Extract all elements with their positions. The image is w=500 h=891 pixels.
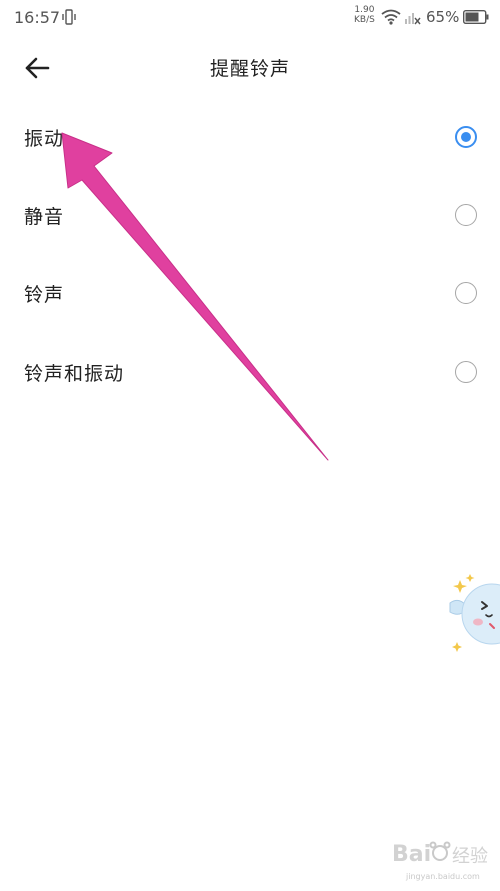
option-silent[interactable]: 静音: [0, 180, 500, 250]
page-title: 提醒铃声: [209, 58, 290, 80]
radio-button[interactable]: [455, 282, 477, 304]
status-bar: 16:57 1.90 KB/S 65%: [0, 0, 500, 36]
svg-text:Bai: Bai: [392, 842, 431, 867]
option-label: 静音: [24, 206, 65, 228]
net-speed-value: 1.90: [354, 5, 375, 15]
signal-icon: [405, 13, 421, 25]
option-ringtone[interactable]: 铃声: [0, 258, 500, 328]
battery-icon: [463, 10, 489, 24]
radio-button[interactable]: [455, 361, 477, 383]
header: 提醒铃声: [0, 40, 500, 96]
floating-assistant-icon[interactable]: [446, 570, 500, 656]
option-label: 振动: [24, 128, 65, 150]
battery-percent: 65%: [426, 8, 460, 26]
option-ringtone-and-vibrate[interactable]: 铃声和振动: [0, 337, 500, 407]
net-speed-unit: KB/S: [354, 15, 375, 25]
svg-text:jingyan.baidu.com: jingyan.baidu.com: [405, 872, 480, 881]
radio-button-selected[interactable]: [455, 126, 477, 148]
status-time: 16:57: [14, 8, 61, 27]
wifi-icon: [381, 9, 401, 25]
net-speed: 1.90 KB/S: [354, 5, 375, 25]
option-label: 铃声和振动: [24, 363, 125, 385]
vibrate-icon: [62, 9, 76, 25]
option-label: 铃声: [24, 284, 65, 306]
option-vibrate[interactable]: 振动: [0, 102, 500, 172]
baidu-watermark: Bai 经验 jingyan.baidu.com: [388, 835, 500, 887]
svg-text:经验: 经验: [452, 846, 488, 867]
baidu-logo-icon: Bai 经验 jingyan.baidu.com: [392, 841, 488, 881]
radio-button[interactable]: [455, 204, 477, 226]
